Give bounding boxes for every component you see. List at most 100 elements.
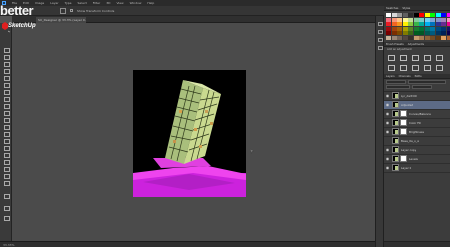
visibility-eye-icon[interactable]: ◉ bbox=[385, 93, 390, 98]
color-swatch[interactable] bbox=[430, 35, 435, 40]
color-swatch[interactable] bbox=[397, 35, 402, 40]
layer-row[interactable]: ◉ Levels bbox=[384, 155, 450, 164]
color-swatch[interactable] bbox=[397, 13, 402, 17]
history-brush-tool-icon[interactable] bbox=[3, 110, 10, 116]
brightness-adjust-icon[interactable] bbox=[388, 54, 395, 61]
quick-select-tool-icon[interactable] bbox=[3, 68, 10, 74]
hand-tool-icon[interactable] bbox=[3, 173, 10, 179]
color-swatch[interactable] bbox=[441, 17, 446, 22]
dodge-tool-icon[interactable] bbox=[3, 138, 10, 144]
color-swatch[interactable] bbox=[413, 31, 419, 35]
color-swatch[interactable] bbox=[391, 17, 397, 22]
gradient-tool-icon[interactable] bbox=[3, 124, 10, 130]
visibility-eye-icon[interactable] bbox=[385, 138, 390, 143]
channel-mixer-adjust-icon[interactable] bbox=[436, 64, 443, 71]
color-swatch[interactable] bbox=[408, 22, 413, 26]
color-swatch[interactable] bbox=[386, 13, 391, 17]
layer-mask-thumbnail[interactable] bbox=[400, 128, 407, 135]
color-swatch[interactable] bbox=[446, 22, 450, 26]
layer-row[interactable]: ◉ Color Fill bbox=[384, 119, 450, 128]
zoom-level[interactable]: 33.33% bbox=[3, 243, 14, 247]
properties-panel-icon[interactable] bbox=[378, 30, 383, 34]
paragraph-panel-icon[interactable] bbox=[378, 46, 383, 50]
color-swatch[interactable] bbox=[446, 13, 450, 17]
color-swatch[interactable] bbox=[435, 17, 441, 22]
color-swatch[interactable] bbox=[402, 13, 408, 17]
layer-row[interactable]: Base_0a_o_sl bbox=[384, 137, 450, 146]
color-swatch[interactable] bbox=[408, 31, 413, 35]
color-swatch[interactable] bbox=[397, 22, 402, 26]
color-swatch[interactable] bbox=[419, 22, 424, 26]
screen-mode-icon[interactable] bbox=[3, 215, 10, 221]
color-swatch[interactable] bbox=[424, 22, 430, 26]
color-swatch[interactable] bbox=[424, 13, 430, 17]
color-swatch[interactable] bbox=[386, 26, 391, 31]
document-canvas[interactable] bbox=[133, 70, 246, 197]
color-swatch[interactable] bbox=[419, 35, 424, 40]
color-swatch[interactable] bbox=[435, 13, 441, 17]
color-swatch[interactable] bbox=[430, 22, 435, 26]
levels-adjust-icon[interactable] bbox=[400, 54, 407, 61]
layer-row[interactable]: ◉ Lyr_dwfc09 bbox=[384, 92, 450, 101]
color-swatch[interactable] bbox=[391, 26, 397, 31]
exposure-adjust-icon[interactable] bbox=[424, 54, 431, 61]
layer-row[interactable]: ◉ Brightness bbox=[384, 128, 450, 137]
color-swatch[interactable] bbox=[424, 17, 430, 22]
eyedropper-tool-icon[interactable] bbox=[3, 82, 10, 88]
visibility-eye-icon[interactable]: ◉ bbox=[385, 102, 390, 107]
quick-mask-icon[interactable] bbox=[3, 205, 10, 211]
color-swatch[interactable] bbox=[435, 22, 441, 26]
color-swatch[interactable] bbox=[446, 31, 450, 35]
color-swatch[interactable] bbox=[413, 22, 419, 26]
color-swatch[interactable] bbox=[413, 17, 419, 22]
lasso-tool-icon[interactable] bbox=[3, 61, 10, 67]
color-swatch[interactable] bbox=[419, 26, 424, 31]
color-swatch[interactable] bbox=[408, 13, 413, 17]
color-swatch[interactable] bbox=[435, 26, 441, 31]
color-swatch[interactable] bbox=[430, 31, 435, 35]
color-swatch[interactable] bbox=[402, 22, 408, 26]
history-panel-icon[interactable] bbox=[378, 22, 383, 26]
character-panel-icon[interactable] bbox=[378, 38, 383, 42]
crop-tool-icon[interactable] bbox=[3, 75, 10, 81]
brush-tool-icon[interactable] bbox=[3, 96, 10, 102]
type-tool-icon[interactable] bbox=[3, 152, 10, 158]
foreground-color-icon[interactable] bbox=[3, 193, 10, 199]
shape-tool-icon[interactable] bbox=[3, 166, 10, 172]
marquee-tool-icon[interactable] bbox=[3, 54, 10, 60]
hue-saturation-adjust-icon[interactable] bbox=[388, 64, 395, 71]
curves-adjust-icon[interactable] bbox=[412, 54, 419, 61]
color-swatch[interactable] bbox=[408, 26, 413, 31]
color-swatch[interactable] bbox=[413, 35, 419, 40]
color-swatch[interactable] bbox=[391, 31, 397, 35]
visibility-eye-icon[interactable]: ◉ bbox=[385, 129, 390, 134]
color-swatch[interactable] bbox=[430, 17, 435, 22]
path-select-tool-icon[interactable] bbox=[3, 159, 10, 165]
tab-layers[interactable]: Layers bbox=[386, 74, 395, 78]
opacity-field[interactable] bbox=[412, 84, 432, 89]
layer-filter-icons[interactable] bbox=[408, 79, 446, 84]
color-swatch[interactable] bbox=[402, 17, 408, 22]
color-swatch[interactable] bbox=[441, 31, 446, 35]
color-swatch[interactable] bbox=[391, 22, 397, 26]
layer-row[interactable]: ◉ Adjusted bbox=[384, 100, 450, 110]
color-swatch[interactable] bbox=[391, 35, 397, 40]
color-swatch[interactable] bbox=[441, 35, 446, 40]
color-swatch[interactable] bbox=[441, 26, 446, 31]
color-swatch[interactable] bbox=[397, 17, 402, 22]
color-swatch[interactable] bbox=[397, 26, 402, 31]
blur-tool-icon[interactable] bbox=[3, 131, 10, 137]
layer-filter-select[interactable] bbox=[386, 79, 406, 84]
color-swatch[interactable] bbox=[402, 35, 408, 40]
color-swatch[interactable] bbox=[386, 35, 391, 40]
color-swatch[interactable] bbox=[408, 35, 413, 40]
layer-row[interactable]: ◉ Curves/Balance bbox=[384, 110, 450, 119]
color-swatch[interactable] bbox=[446, 35, 450, 40]
photo-filter-adjust-icon[interactable] bbox=[424, 64, 431, 71]
color-swatch[interactable] bbox=[413, 13, 419, 17]
color-swatch[interactable] bbox=[413, 26, 419, 31]
color-swatch[interactable] bbox=[441, 22, 446, 26]
tab-brush-presets[interactable]: Brush Presets bbox=[386, 42, 404, 46]
color-swatch[interactable] bbox=[430, 13, 435, 17]
pen-tool-icon[interactable] bbox=[3, 145, 10, 151]
